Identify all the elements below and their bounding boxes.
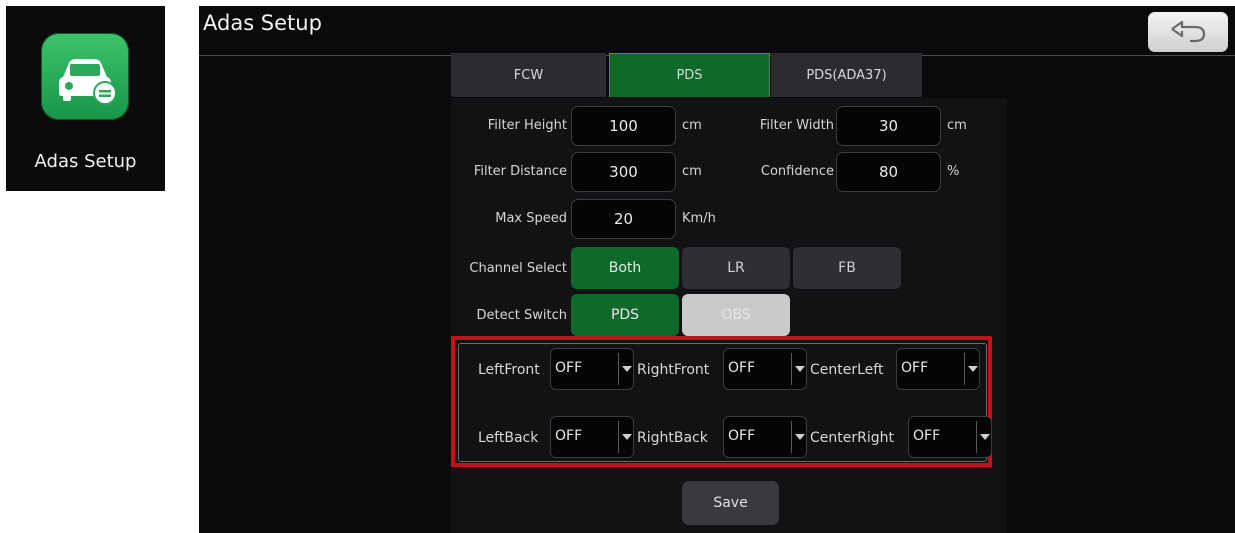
app-tile-label: Adas Setup <box>34 151 137 172</box>
detect-obs-button[interactable]: OBS <box>682 294 790 336</box>
chevron-down-icon <box>618 353 633 385</box>
back-arrow-icon <box>1171 20 1206 43</box>
confidence-label: Confidence <box>760 164 834 179</box>
filter-distance-unit: cm <box>682 164 702 179</box>
tab-pds-ada37[interactable]: PDS(ADA37) <box>771 53 922 97</box>
chevron-down-icon <box>791 421 806 453</box>
center-left-label: CenterLeft <box>810 362 884 378</box>
center-right-value: OFF <box>913 428 941 444</box>
back-button[interactable] <box>1148 12 1228 52</box>
filter-distance-label: Filter Distance <box>473 164 567 179</box>
max-speed-unit: Km/h <box>682 211 716 226</box>
tab-fcw[interactable]: FCW <box>451 53 606 97</box>
chevron-down-icon <box>964 353 979 385</box>
chevron-down-icon <box>976 421 991 453</box>
right-front-label: RightFront <box>637 362 710 378</box>
page-title: Adas Setup <box>203 11 322 35</box>
left-front-value: OFF <box>555 360 583 376</box>
filter-width-input[interactable]: 30 <box>836 106 941 146</box>
right-front-select[interactable]: OFF <box>723 348 807 390</box>
max-speed-label: Max Speed <box>495 211 567 226</box>
channel-select-label: Channel Select <box>469 261 567 276</box>
adas-setup-screen: Adas Setup FCW PDS PDS(ADA37) Filter Hei… <box>199 6 1235 533</box>
right-back-value: OFF <box>728 428 756 444</box>
filter-width-label: Filter Width <box>759 118 834 133</box>
confidence-unit: % <box>947 164 960 179</box>
chevron-down-icon <box>618 421 633 453</box>
center-left-select[interactable]: OFF <box>896 348 980 390</box>
app-tile[interactable]: Adas Setup <box>6 6 165 191</box>
center-right-label: CenterRight <box>810 430 894 446</box>
channel-lr-button[interactable]: LR <box>682 247 790 289</box>
filter-width-unit: cm <box>947 118 967 133</box>
filter-height-input[interactable]: 100 <box>571 106 676 146</box>
center-right-select[interactable]: OFF <box>908 416 992 458</box>
detect-switch-label: Detect Switch <box>476 308 567 323</box>
left-back-select[interactable]: OFF <box>550 416 634 458</box>
chevron-down-icon <box>791 353 806 385</box>
tab-pds[interactable]: PDS <box>609 53 770 97</box>
left-front-label: LeftFront <box>478 362 540 378</box>
detect-pds-button[interactable]: PDS <box>571 294 679 336</box>
save-button[interactable]: Save <box>682 481 779 525</box>
left-front-select[interactable]: OFF <box>550 348 634 390</box>
right-back-select[interactable]: OFF <box>723 416 807 458</box>
left-back-value: OFF <box>555 428 583 444</box>
car-icon <box>41 33 129 120</box>
filter-distance-input[interactable]: 300 <box>571 152 676 192</box>
left-back-label: LeftBack <box>478 430 539 446</box>
filter-height-label: Filter Height <box>487 118 567 133</box>
confidence-input[interactable]: 80 <box>836 152 941 192</box>
channel-both-button[interactable]: Both <box>571 247 679 289</box>
channel-fb-button[interactable]: FB <box>793 247 901 289</box>
right-front-value: OFF <box>728 360 756 376</box>
right-back-label: RightBack <box>637 430 708 446</box>
center-left-value: OFF <box>901 360 929 376</box>
max-speed-input[interactable]: 20 <box>571 199 676 239</box>
filter-height-unit: cm <box>682 118 702 133</box>
